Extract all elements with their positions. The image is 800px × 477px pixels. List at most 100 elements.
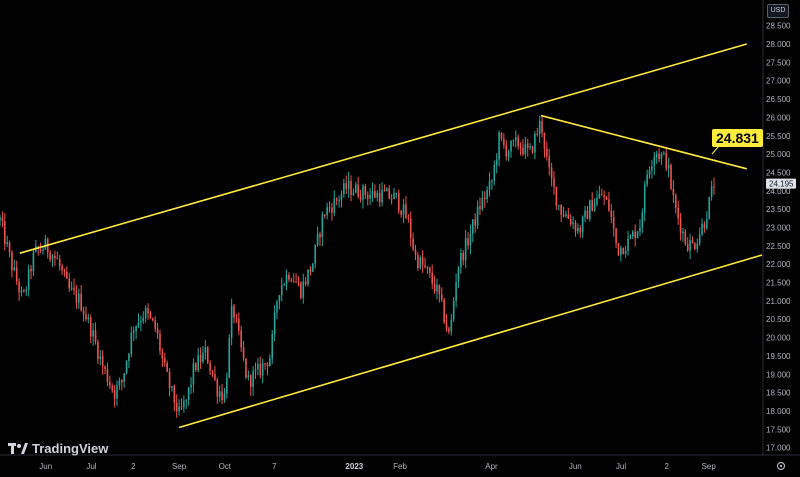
- candle-body: [510, 140, 512, 152]
- candle-body: [653, 157, 656, 167]
- candle-body: [488, 180, 491, 190]
- gear-icon[interactable]: [776, 461, 786, 471]
- candle-body: [503, 138, 505, 145]
- candle-body: [285, 274, 288, 285]
- candle-body: [409, 218, 412, 239]
- candle-body: [651, 166, 653, 171]
- candle-body: [304, 281, 307, 285]
- candle-body: [534, 133, 536, 153]
- candle-body: [254, 369, 257, 372]
- candle-body: [366, 195, 369, 199]
- candle-body: [323, 214, 326, 216]
- candle-body: [472, 219, 474, 234]
- candle-body: [596, 197, 598, 205]
- candle-body: [400, 210, 402, 215]
- candle-body: [125, 361, 128, 374]
- candle-body: [20, 290, 23, 293]
- tradingview-logo[interactable]: TradingView: [8, 441, 108, 456]
- currency-button[interactable]: USD: [767, 4, 789, 18]
- candle-body: [522, 147, 524, 155]
- time-tick-label: Feb: [393, 462, 407, 471]
- candle-body: [309, 269, 312, 272]
- time-tick-label: 2: [665, 462, 670, 471]
- price-tick-label: 24.500: [766, 168, 791, 177]
- price-chart[interactable]: 17.000 17.500 18.000 18.500 19.000 19.500 20.0…: [0, 0, 800, 477]
- candle-body: [414, 249, 417, 255]
- candle-body: [159, 333, 161, 352]
- candle-body: [175, 402, 178, 412]
- price-tick-label: 23.000: [766, 224, 791, 233]
- time-tick-label: Sep: [702, 462, 717, 471]
- candle-body: [61, 266, 63, 271]
- candle-body: [183, 400, 185, 408]
- candle-body: [171, 386, 173, 388]
- candle-body: [192, 363, 195, 385]
- candle-body: [481, 197, 484, 210]
- candle-body: [369, 194, 371, 199]
- candle-body: [333, 198, 336, 213]
- candle-body: [701, 223, 703, 235]
- candle-body: [531, 146, 534, 153]
- candle-body: [27, 268, 30, 290]
- candle-body: [3, 221, 6, 244]
- candle-body: [269, 358, 271, 367]
- candle-body: [137, 322, 140, 327]
- candle-body: [362, 185, 364, 200]
- candle-body: [42, 249, 44, 251]
- price-tick-label: 22.000: [766, 260, 791, 269]
- candle-body: [328, 207, 331, 209]
- candle-body: [689, 239, 691, 251]
- candle-body: [58, 259, 61, 267]
- candle-body: [190, 384, 192, 388]
- candle-body: [338, 199, 340, 201]
- time-tick-label: 7: [272, 462, 277, 471]
- tradingview-logo-icon: [8, 442, 28, 454]
- candle-body: [455, 281, 457, 301]
- candle-body: [553, 178, 555, 187]
- candle-body: [49, 252, 51, 260]
- price-tick-label: 28.500: [766, 22, 791, 31]
- candle-body: [120, 380, 123, 383]
- candle-body: [632, 231, 634, 237]
- price-tick-label: 25.000: [766, 150, 791, 159]
- candle-body: [340, 194, 343, 200]
- price-tick-label: 23.500: [766, 205, 791, 214]
- candle-body: [419, 257, 422, 269]
- price-tick-label: 25.500: [766, 132, 791, 141]
- candle-body: [237, 318, 240, 331]
- candle-body: [634, 231, 636, 239]
- candle-body: [347, 180, 350, 189]
- trendline-1[interactable]: [19, 43, 747, 254]
- trendline-2[interactable]: [178, 254, 763, 429]
- candle-body: [343, 183, 345, 195]
- candle-body: [109, 381, 111, 386]
- candle-body: [670, 165, 672, 189]
- candle-body: [620, 247, 622, 255]
- candle-body: [526, 143, 529, 148]
- candle-body: [710, 186, 713, 197]
- candle-body: [665, 152, 668, 169]
- candle-body: [352, 192, 355, 195]
- candle-body: [386, 188, 388, 192]
- price-tick-label: 27.000: [766, 77, 791, 86]
- price-tick-label: 26.500: [766, 95, 791, 104]
- candle-body: [283, 284, 285, 286]
- time-tick-label: Jul: [86, 462, 96, 471]
- candle-body: [658, 153, 660, 159]
- candle-body: [405, 204, 407, 219]
- price-tick-label: 18.500: [766, 389, 791, 398]
- candle-body: [565, 214, 567, 217]
- candle-body: [708, 196, 711, 220]
- candle-body: [92, 330, 94, 337]
- candle-body: [505, 144, 508, 157]
- candle-body: [199, 355, 202, 362]
- candle-body: [15, 267, 18, 282]
- candle-body: [364, 185, 367, 196]
- candle-body: [486, 189, 488, 200]
- candle-body: [507, 151, 510, 157]
- candle-body: [677, 207, 679, 219]
- candle-body: [550, 167, 553, 179]
- price-tick-label: 21.000: [766, 297, 791, 306]
- candle-body: [195, 363, 197, 370]
- candle-body: [185, 399, 188, 401]
